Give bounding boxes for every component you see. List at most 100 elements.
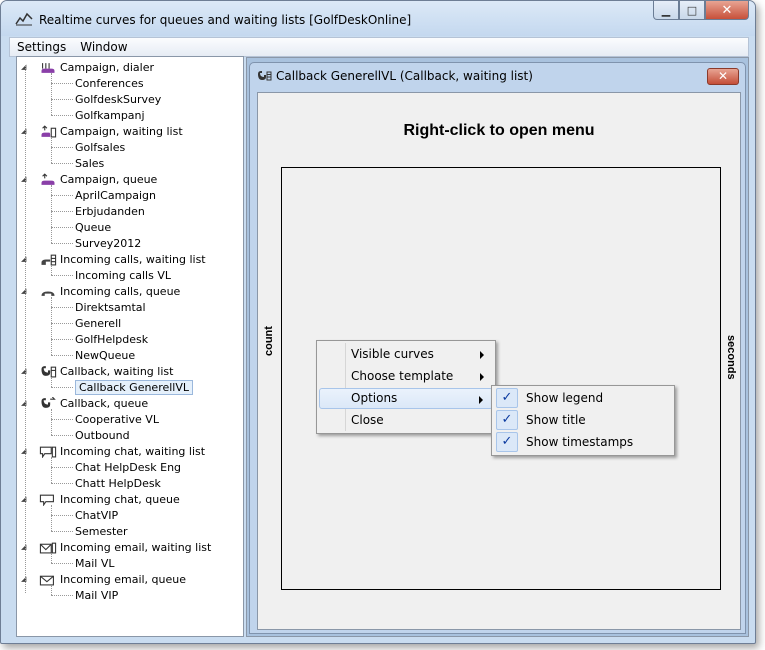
email-waitlist-icon [39,542,57,553]
submenu-arrow-icon [480,351,484,359]
check-icon: ✓ [496,410,518,430]
tree-item-label: AprilCampaign [75,188,157,202]
tree-item[interactable]: Incoming calls VL [75,267,171,283]
tree-group-label: Incoming email, waiting list [60,540,212,554]
tree-item[interactable]: Mail VIP [75,587,118,603]
tree-item[interactable]: GolfdeskSurvey [75,91,161,107]
tree-item-label: Survey2012 [75,236,142,250]
maximize-button[interactable]: □ [679,1,705,20]
tree-item-label: Cooperative VL [75,412,159,426]
menu-bar: Settings Window [9,37,749,57]
tree-connector [51,115,73,116]
menu-item-options[interactable]: Options [319,388,493,409]
tree-item-label: Callback GenerellVL [75,379,194,395]
tree-item-label: Conferences [75,76,144,90]
tree-group-label: Incoming email, queue [60,572,187,586]
tree-group-label: Incoming chat, queue [60,492,180,506]
tree-connector [51,83,73,84]
tree-group[interactable]: Incoming chat, waiting list [39,443,205,459]
tree-group-label: Campaign, queue [60,172,158,186]
tree-group[interactable]: Incoming chat, queue [39,491,180,507]
tree-item-label: Golfsales [75,140,126,154]
tree-item[interactable]: Sales [75,155,104,171]
tree-group[interactable]: Incoming email, waiting list [39,539,211,555]
tree-item[interactable]: Semester [75,523,128,539]
tree-connector [51,339,73,340]
campaign-queue-icon [41,172,55,185]
tree-group[interactable]: Incoming calls, queue [39,283,180,299]
tree-connector [51,531,73,532]
tree-connector [51,409,52,435]
title-bar[interactable]: Realtime curves for queues and waiting l… [1,1,755,36]
tree-item-label: Mail VIP [75,588,119,602]
tree-item[interactable]: Chatt HelpDesk [75,475,161,491]
maximize-icon: □ [686,3,698,17]
tree-connector [51,265,52,275]
tree-group[interactable]: Campaign, queue [39,171,157,187]
tree-item[interactable]: Golfkampanj [75,107,145,123]
tree-connector [51,595,73,596]
submenu-arrow-icon [480,373,484,381]
tree-connector [51,457,52,483]
tree-item[interactable]: Queue [75,219,111,235]
tree-group[interactable]: Incoming email, queue [39,571,186,587]
tree-item-label: Direktsamtal [75,300,146,314]
y-axis-label-left: count [263,326,275,356]
tree-item[interactable]: Generell [75,315,121,331]
campaign-waitlist-icon [41,124,57,137]
option-show-legend[interactable]: ✓ Show legend [494,387,672,409]
queue-tree[interactable]: Campaign, dialer ◢ Conferences GolfdeskSurv… [16,56,244,637]
menu-item-choose-template[interactable]: Choose template [319,366,493,387]
tree-item[interactable]: Cooperative VL [75,411,159,427]
phone-waitlist-icon [41,254,57,265]
tree-item[interactable]: Conferences [75,75,144,91]
tree-item[interactable]: NewQueue [75,347,135,363]
tree-connector [51,435,73,436]
menu-settings[interactable]: Settings [10,40,73,54]
menu-item-close[interactable]: Close [319,410,493,431]
tree-item-label: GolfdeskSurvey [75,92,162,106]
option-show-timestamps[interactable]: ✓ Show timestamps [494,431,672,453]
tree-item-label: ChatVIP [75,508,119,522]
minimize-button[interactable]: ▁ [653,1,679,20]
tree-group-label: Campaign, dialer [60,60,154,74]
tree-group[interactable]: Callback, queue [39,395,148,411]
tree-item[interactable]: Outbound [75,427,130,443]
tree-group[interactable]: Incoming calls, waiting list [39,251,206,267]
tree-item[interactable]: Chat HelpDesk Eng [75,459,181,475]
tree-group[interactable]: Campaign, waiting list [39,123,183,139]
close-icon: ✕ [721,2,733,18]
tree-item[interactable]: ChatVIP [75,507,118,523]
tree-item[interactable]: Golfsales [75,139,125,155]
tree-item-label: Outbound [75,428,130,442]
close-icon: ✕ [717,69,729,83]
close-button[interactable]: ✕ [705,1,749,20]
tree-item[interactable]: GolfHelpdesk [75,331,148,347]
chart-window-close-button[interactable]: ✕ [707,68,739,85]
tree-connector [51,585,52,595]
tree-group-label: Incoming chat, waiting list [60,444,206,458]
tree-item-label: Erbjudanden [75,204,145,218]
tree-connector [51,377,52,387]
tree-item-label: Queue [75,220,112,234]
tree-group[interactable]: Callback, waiting list [39,363,173,379]
tree-connector [51,419,73,420]
tree-connector [51,275,73,276]
tree-group[interactable]: Campaign, dialer [39,59,154,75]
option-show-title[interactable]: ✓ Show title [494,409,672,431]
tree-item[interactable]: Survey2012 [75,235,141,251]
tree-item[interactable]: Erbjudanden [75,203,145,219]
tree-connector [51,323,73,324]
check-icon: ✓ [496,388,518,408]
callback-queue-icon [41,396,56,408]
tree-item[interactable]: Callback GenerellVL [75,379,194,395]
tree-item[interactable]: AprilCampaign [75,187,156,203]
tree-connector [51,483,73,484]
tree-item[interactable]: Direktsamtal [75,299,146,315]
menu-item-visible-curves[interactable]: Visible curves [319,344,493,365]
chat-queue-icon [39,494,54,506]
option-label: Show timestamps [526,435,634,449]
option-label: Show legend [526,391,604,405]
tree-item[interactable]: Mail VL [75,555,115,571]
menu-window[interactable]: Window [73,40,134,54]
